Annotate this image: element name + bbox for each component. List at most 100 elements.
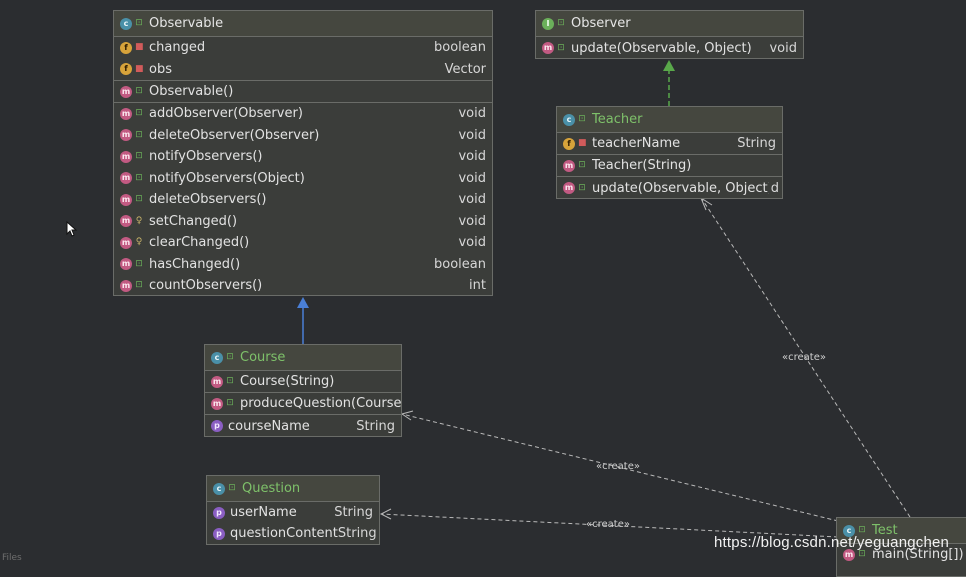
- class-observable[interactable]: c ⊡ Observable f ■ changed boolean f ■ o…: [113, 10, 493, 296]
- method-row[interactable]: m ⊡ deleteObservers() void: [114, 189, 492, 211]
- methods-section: m ⊡ produceQuestion(Course: [205, 393, 401, 415]
- method-row[interactable]: m ⊡ notifyObservers(Object) void: [114, 168, 492, 190]
- constructors-section: m ⊡ Observable(): [114, 81, 492, 103]
- public-icon: ⊡: [226, 376, 234, 386]
- public-icon: ⊡: [135, 258, 143, 269]
- constructor-row[interactable]: m ⊡ Course(String): [205, 371, 401, 392]
- method-row[interactable]: m ⊡ hasChanged() boolean: [114, 254, 492, 276]
- method-row[interactable]: m ⊡ countObservers() int: [114, 275, 492, 295]
- public-icon: ⊡: [226, 398, 234, 408]
- method-icon: m: [120, 236, 132, 249]
- constructor-row[interactable]: m ⊡ Teacher(String): [557, 155, 782, 176]
- method-icon: m: [211, 375, 223, 388]
- public-icon: ⊡: [858, 549, 866, 559]
- field-row[interactable]: f ■ teacherName String: [557, 133, 782, 154]
- method-icon: m: [542, 42, 554, 54]
- method-icon: m: [563, 182, 575, 194]
- methods-section: m ⊡ update(Observable, Object) d: [557, 177, 782, 198]
- method-return-type: int: [469, 278, 486, 294]
- method-return-type: void: [458, 106, 486, 122]
- method-name: notifyObservers(Object): [149, 170, 305, 186]
- method-name: produceQuestion(Course: [240, 396, 402, 411]
- class-header: c ⊡ Question: [207, 476, 379, 502]
- method-icon: m: [120, 279, 132, 292]
- method-icon: m: [120, 258, 132, 271]
- method-name: update(Observable, Object): [592, 180, 769, 196]
- property-row[interactable]: p userName String: [207, 502, 379, 523]
- class-question[interactable]: c ⊡ Question p userName String p questio…: [206, 475, 380, 545]
- properties-section: p courseName String: [205, 415, 401, 436]
- method-icon: m: [563, 159, 575, 172]
- constructor-row[interactable]: m ⊡ Observable(): [114, 81, 492, 102]
- constructors-section: m ⊡ Teacher(String): [557, 155, 782, 177]
- interface-icon: I: [542, 17, 554, 30]
- method-name: notifyObservers(): [149, 149, 263, 165]
- method-row[interactable]: m ⊡ deleteObserver(Observer) void: [114, 125, 492, 147]
- field-type: boolean: [434, 40, 486, 55]
- public-icon: ⊡: [557, 42, 565, 53]
- private-lock-icon: ■: [135, 42, 144, 52]
- uml-diagram-canvas: «create» «create» «create» c ⊡ Observabl…: [0, 0, 966, 577]
- class-icon: c: [563, 113, 575, 126]
- constructor-name: Course(String): [240, 374, 335, 389]
- test-course-create-label: «create»: [596, 461, 640, 472]
- field-row[interactable]: f ■ changed boolean: [114, 37, 492, 58]
- property-row[interactable]: p questionContent String: [207, 523, 379, 544]
- field-type: Vector: [444, 61, 486, 77]
- method-row[interactable]: m ⊡ addObserver(Observer) void: [114, 103, 492, 125]
- field-icon: f: [120, 41, 132, 54]
- fields-section: f ■ teacherName String: [557, 133, 782, 155]
- public-icon: ⊡: [135, 108, 143, 119]
- method-return-type: void: [458, 170, 486, 186]
- protected-key-icon: ♀: [135, 237, 143, 248]
- mouse-cursor-icon: [66, 221, 78, 237]
- interface-observer[interactable]: I ⊡ Observer m ⊡ update(Observable, Obje…: [535, 10, 804, 59]
- field-row[interactable]: f ■ obs Vector: [114, 58, 492, 80]
- test-question-create-label: «create»: [586, 519, 630, 530]
- class-teacher[interactable]: c ⊡ Teacher f ■ teacherName String m ⊡ T…: [556, 106, 783, 199]
- class-title: Course: [240, 350, 286, 365]
- teacher-implements-observer-arrowhead: [663, 60, 675, 71]
- method-row[interactable]: m ⊡ update(Observable, Object) void: [536, 37, 803, 58]
- property-name: courseName: [228, 418, 310, 434]
- method-return-type: d: [770, 180, 779, 196]
- protected-key-icon: ♀: [135, 215, 143, 226]
- property-name: questionContent: [230, 526, 338, 541]
- field-icon: f: [120, 63, 132, 75]
- method-name: countObservers(): [149, 278, 263, 294]
- method-icon: m: [211, 397, 223, 410]
- private-lock-icon: ■: [578, 138, 587, 148]
- method-row[interactable]: m ⊡ produceQuestion(Course: [205, 393, 401, 414]
- method-return-type: boolean: [434, 256, 486, 272]
- method-name: setChanged(): [149, 213, 238, 229]
- constructor-name: Observable(): [149, 84, 234, 99]
- field-name: teacherName: [592, 136, 681, 151]
- method-name: update(Observable, Object): [571, 40, 752, 56]
- method-return-type: void: [769, 40, 797, 56]
- property-icon: p: [211, 420, 223, 432]
- method-icon: m: [120, 193, 132, 206]
- class-title: Teacher: [592, 112, 643, 127]
- property-icon: p: [213, 527, 225, 540]
- method-row[interactable]: m ♀ clearChanged() void: [114, 232, 492, 254]
- private-lock-icon: ■: [135, 63, 144, 74]
- public-icon: ⊡: [135, 172, 143, 183]
- class-course[interactable]: c ⊡ Course m ⊡ Course(String) m ⊡ produc…: [204, 344, 402, 437]
- fields-section: f ■ changed boolean f ■ obs Vector: [114, 37, 492, 81]
- class-header: c ⊡ Course: [205, 345, 401, 371]
- property-row[interactable]: p courseName String: [205, 415, 401, 436]
- class-icon: c: [211, 351, 223, 364]
- public-icon: ⊡: [226, 352, 234, 362]
- field-name: obs: [149, 61, 172, 77]
- method-row[interactable]: m ⊡ notifyObservers() void: [114, 146, 492, 168]
- method-row[interactable]: m ♀ setChanged() void: [114, 211, 492, 233]
- field-type: String: [737, 136, 776, 151]
- files-corner-label: Files: [2, 553, 22, 563]
- method-row[interactable]: m ⊡ update(Observable, Object) d: [557, 177, 782, 198]
- field-icon: f: [563, 137, 575, 150]
- method-icon: m: [120, 107, 132, 120]
- property-icon: p: [213, 506, 225, 519]
- public-icon: ⊡: [578, 114, 586, 124]
- test-teacher-create-label: «create»: [782, 352, 826, 363]
- public-icon: ⊡: [135, 194, 143, 205]
